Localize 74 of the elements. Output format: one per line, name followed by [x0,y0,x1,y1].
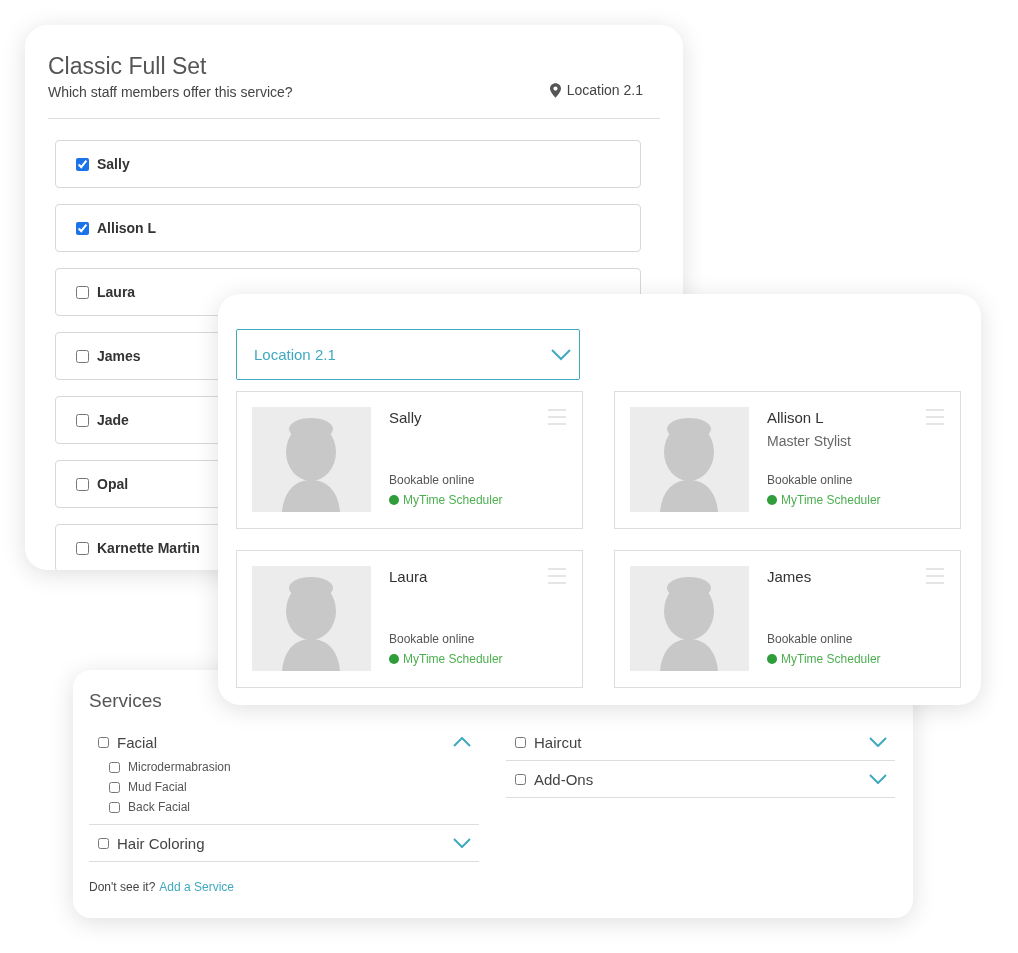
service-category[interactable]: Haircut [506,724,895,760]
staff-row[interactable]: Sally [55,140,641,188]
status-dot-icon [389,495,399,505]
staff-checkbox[interactable] [76,221,89,235]
drag-handle-icon[interactable] [926,409,944,425]
staff-checkbox[interactable] [76,477,89,491]
staff-checkbox[interactable] [76,413,89,427]
service-name: Microdermabrasion [128,760,231,774]
category-name: Add-Ons [534,770,595,788]
drag-handle-icon[interactable] [926,568,944,584]
category-checkbox[interactable] [515,773,526,785]
panel-title: Classic Full Set [48,53,208,80]
scheduler-label: MyTime Scheduler [403,493,503,507]
staff-name: Jade [97,412,129,428]
staff-name: Opal [97,476,129,492]
service-category[interactable]: Add-Ons [506,761,895,797]
staff-card[interactable]: Laura Bookable online MyTime Scheduler [236,550,583,688]
chevron-down-icon[interactable] [869,737,887,747]
service-category[interactable]: Hair Coloring [89,825,479,861]
chevron-down-icon[interactable] [453,838,471,848]
chevron-down-icon [551,348,571,361]
category-name: Facial [117,733,158,751]
staff-role: Master Stylist [767,433,852,449]
staff-checkbox[interactable] [76,157,89,171]
staff-card-name: Allison L [767,409,825,426]
avatar-silhouette-icon [252,566,371,671]
avatar-silhouette-icon [252,407,371,512]
category-name: Hair Coloring [117,834,206,852]
staff-name: Sally [97,156,130,172]
category-checkbox[interactable] [98,736,109,748]
staff-checkbox[interactable] [76,349,89,363]
service-name: Mud Facial [128,780,187,794]
chevron-down-icon[interactable] [869,774,887,784]
staff-card[interactable]: Allison L Master Stylist Bookable online MyTime Scheduler [614,391,961,529]
avatar-silhouette-icon [630,566,749,671]
booking-status: Bookable online [389,473,476,487]
chevron-up-icon[interactable] [453,737,471,747]
status-dot-icon [389,654,399,664]
staff-name: Laura [97,284,136,300]
staff-card-name: James [767,568,813,585]
staff-card[interactable]: James Bookable online MyTime Scheduler [614,550,961,688]
staff-card-name: Laura [389,568,429,585]
drag-handle-icon[interactable] [548,409,566,425]
staff-card-name: Sally [389,409,423,426]
staff-name: Karnette Martin [97,540,200,556]
service-category[interactable]: Facial [89,724,479,760]
service-checkbox[interactable] [109,801,120,813]
footer-prompt: Don't see it? [89,880,156,894]
map-pin-icon [549,82,561,98]
scheduler-label: MyTime Scheduler [403,652,503,666]
category-checkbox[interactable] [98,837,109,849]
status-dot-icon [767,654,777,664]
service-name: Back Facial [128,800,191,814]
category-checkbox[interactable] [515,736,526,748]
services-title: Services [89,690,163,712]
staff-name: James [97,348,141,364]
staff-card[interactable]: Sally Bookable online MyTime Scheduler [236,391,583,529]
booking-status: Bookable online [767,632,854,646]
staff-checkbox[interactable] [76,541,89,555]
scheduler-label: MyTime Scheduler [781,493,881,507]
category-name: Haircut [534,733,583,751]
staff-name: Allison L [97,220,157,236]
booking-status: Bookable online [767,473,854,487]
staff-checkbox[interactable] [76,285,89,299]
avatar-silhouette-icon [630,407,749,512]
service-checkbox[interactable] [109,781,120,793]
service-checkbox[interactable] [109,761,120,773]
drag-handle-icon[interactable] [548,568,566,584]
location-label: Location 2.1 [566,82,643,98]
scheduler-label: MyTime Scheduler [781,652,881,666]
staff-row[interactable]: Allison L [55,204,641,252]
panel-subtitle: Which staff members offer this service? [48,84,293,100]
booking-status: Bookable online [389,632,476,646]
status-dot-icon [767,495,777,505]
